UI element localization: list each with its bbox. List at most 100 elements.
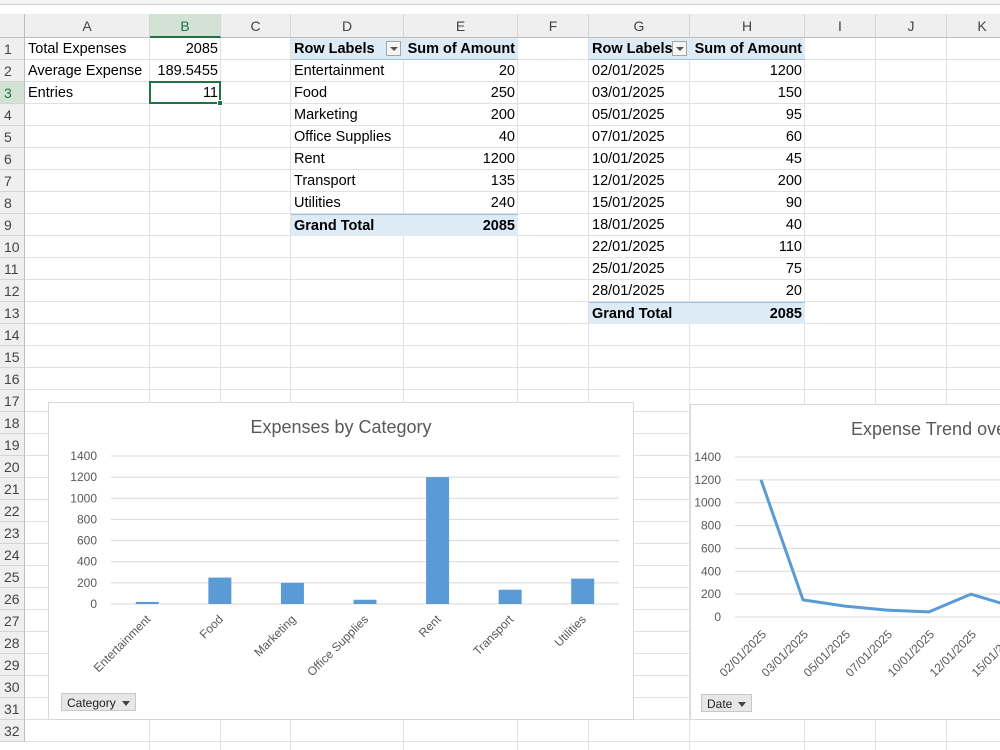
column-header-f[interactable]: F bbox=[518, 14, 589, 38]
pivot-date-grand-total-label[interactable]: Grand Total bbox=[589, 302, 690, 324]
select-all-corner[interactable] bbox=[0, 14, 25, 38]
column-header-i[interactable]: I bbox=[805, 14, 876, 38]
pivot-grand-total-label[interactable]: Grand Total bbox=[291, 214, 404, 236]
column-header-c[interactable]: C bbox=[221, 14, 291, 38]
row-header-24[interactable]: 24 bbox=[0, 544, 25, 566]
pivot-date-value[interactable]: 200 bbox=[690, 170, 805, 192]
date-field-button[interactable]: Date bbox=[701, 694, 753, 712]
pivot-category-label[interactable]: Rent bbox=[291, 148, 404, 170]
row-header-8[interactable]: 8 bbox=[0, 192, 25, 214]
pivot-date-value[interactable]: 75 bbox=[690, 258, 805, 280]
pivot-category-label[interactable]: Transport bbox=[291, 170, 404, 192]
pivot-date-value[interactable]: 60 bbox=[690, 126, 805, 148]
pivot-date-value[interactable]: 45 bbox=[690, 148, 805, 170]
row-header-29[interactable]: 29 bbox=[0, 654, 25, 676]
chart-expenses-by-category[interactable]: Expenses by Category 0 200 400 600 800 1000 120… bbox=[48, 402, 634, 720]
pivot-date-label[interactable]: 22/01/2025 bbox=[589, 236, 690, 258]
pivot-date-sum-header[interactable]: Sum of Amount bbox=[690, 38, 805, 60]
pivot-date-value[interactable]: 1200 bbox=[690, 60, 805, 82]
pivot-category-value[interactable]: 240 bbox=[404, 192, 518, 214]
summary-value[interactable]: 2085 bbox=[150, 38, 221, 60]
row-header-25[interactable]: 25 bbox=[0, 566, 25, 588]
pivot-grand-total-value[interactable]: 2085 bbox=[404, 214, 518, 236]
row-header-11[interactable]: 11 bbox=[0, 258, 25, 280]
row-header-18[interactable]: 18 bbox=[0, 412, 25, 434]
pivot-date-label[interactable]: 10/01/2025 bbox=[589, 148, 690, 170]
pivot-category-value[interactable]: 1200 bbox=[404, 148, 518, 170]
row-header-12[interactable]: 12 bbox=[0, 280, 25, 302]
summary-value[interactable]: 189.5455 bbox=[150, 60, 221, 82]
row-header-32[interactable]: 32 bbox=[0, 720, 25, 742]
pivot-date-value[interactable]: 90 bbox=[690, 192, 805, 214]
row-header-13[interactable]: 13 bbox=[0, 302, 25, 324]
row-header-14[interactable]: 14 bbox=[0, 324, 25, 346]
pivot-category-value[interactable]: 20 bbox=[404, 60, 518, 82]
column-header-d[interactable]: D bbox=[291, 14, 404, 38]
column-header-k[interactable]: K bbox=[947, 14, 1000, 38]
pivot-category-value[interactable]: 135 bbox=[404, 170, 518, 192]
pivot-date-grand-total-value[interactable]: 2085 bbox=[690, 302, 805, 324]
gridline-horizontal bbox=[25, 257, 1000, 258]
pivot-date-value[interactable]: 110 bbox=[690, 236, 805, 258]
pivot-date-label[interactable]: 12/01/2025 bbox=[589, 170, 690, 192]
row-header-31[interactable]: 31 bbox=[0, 698, 25, 720]
pivot-category-value[interactable]: 250 bbox=[404, 82, 518, 104]
date-row-labels-filter-button[interactable] bbox=[672, 41, 687, 56]
chart-expense-trend[interactable]: Expense Trend ove 0 200 400 600 800 1000 1200 14… bbox=[690, 404, 1000, 720]
pivot-category-label[interactable]: Entertainment bbox=[291, 60, 404, 82]
row-header-20[interactable]: 20 bbox=[0, 456, 25, 478]
pivot-date-label[interactable]: 15/01/2025 bbox=[589, 192, 690, 214]
row-header-7[interactable]: 7 bbox=[0, 170, 25, 192]
category-field-button[interactable]: Category bbox=[61, 693, 136, 711]
pivot-category-value[interactable]: 40 bbox=[404, 126, 518, 148]
column-header-g[interactable]: G bbox=[589, 14, 690, 38]
pivot-date-label[interactable]: 18/01/2025 bbox=[589, 214, 690, 236]
row-header-19[interactable]: 19 bbox=[0, 434, 25, 456]
column-header-b[interactable]: B bbox=[150, 14, 221, 38]
column-header-j[interactable]: J bbox=[876, 14, 947, 38]
column-header-e[interactable]: E bbox=[404, 14, 518, 38]
pivot-category-label[interactable]: Marketing bbox=[291, 104, 404, 126]
pivot-category-value[interactable]: 200 bbox=[404, 104, 518, 126]
pivot-date-label[interactable]: 25/01/2025 bbox=[589, 258, 690, 280]
summary-label[interactable]: Total Expenses bbox=[25, 38, 150, 60]
row-header-6[interactable]: 6 bbox=[0, 148, 25, 170]
pivot-category-label[interactable]: Office Supplies bbox=[291, 126, 404, 148]
pivot-date-value[interactable]: 20 bbox=[690, 280, 805, 302]
column-header-a[interactable]: A bbox=[25, 14, 150, 38]
row-header-28[interactable]: 28 bbox=[0, 632, 25, 654]
row-header-5[interactable]: 5 bbox=[0, 126, 25, 148]
pivot-category-label[interactable]: Food bbox=[291, 82, 404, 104]
fill-handle[interactable] bbox=[217, 100, 223, 106]
y-tick-label: 200 bbox=[701, 587, 721, 601]
summary-label[interactable]: Entries bbox=[25, 82, 150, 104]
row-header-21[interactable]: 21 bbox=[0, 478, 25, 500]
row-header-3[interactable]: 3 bbox=[0, 82, 25, 104]
row-header-9[interactable]: 9 bbox=[0, 214, 25, 236]
row-header-10[interactable]: 10 bbox=[0, 236, 25, 258]
pivot-date-label[interactable]: 03/01/2025 bbox=[589, 82, 690, 104]
row-header-23[interactable]: 23 bbox=[0, 522, 25, 544]
column-header-h[interactable]: H bbox=[690, 14, 805, 38]
row-header-26[interactable]: 26 bbox=[0, 588, 25, 610]
pivot-date-label[interactable]: 28/01/2025 bbox=[589, 280, 690, 302]
row-header-17[interactable]: 17 bbox=[0, 390, 25, 412]
summary-label[interactable]: Average Expense bbox=[25, 60, 150, 82]
row-labels-filter-button[interactable] bbox=[386, 41, 401, 56]
pivot-date-label[interactable]: 05/01/2025 bbox=[589, 104, 690, 126]
pivot-date-value[interactable]: 40 bbox=[690, 214, 805, 236]
pivot-date-value[interactable]: 95 bbox=[690, 104, 805, 126]
pivot-date-label[interactable]: 07/01/2025 bbox=[589, 126, 690, 148]
row-header-16[interactable]: 16 bbox=[0, 368, 25, 390]
pivot-date-label[interactable]: 02/01/2025 bbox=[589, 60, 690, 82]
pivot-category-label[interactable]: Utilities bbox=[291, 192, 404, 214]
row-header-2[interactable]: 2 bbox=[0, 60, 25, 82]
pivot-sum-header[interactable]: Sum of Amount bbox=[404, 38, 518, 60]
row-header-1[interactable]: 1 bbox=[0, 38, 25, 60]
row-header-4[interactable]: 4 bbox=[0, 104, 25, 126]
row-header-27[interactable]: 27 bbox=[0, 610, 25, 632]
pivot-date-value[interactable]: 150 bbox=[690, 82, 805, 104]
row-header-30[interactable]: 30 bbox=[0, 676, 25, 698]
row-header-22[interactable]: 22 bbox=[0, 500, 25, 522]
row-header-15[interactable]: 15 bbox=[0, 346, 25, 368]
